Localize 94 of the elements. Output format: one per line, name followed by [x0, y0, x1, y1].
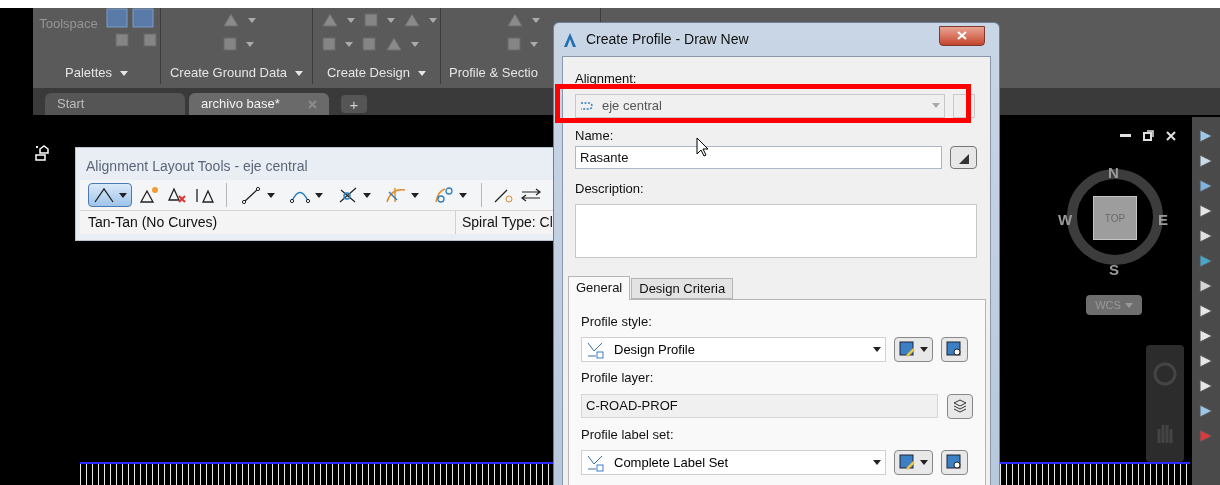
triangle-edit-icon[interactable] — [194, 186, 216, 204]
caret-icon — [411, 192, 419, 198]
new-tab-button[interactable]: + — [341, 95, 367, 113]
close-icon — [957, 31, 967, 40]
caret-icon — [344, 41, 353, 47]
compass-label[interactable]: S — [1109, 259, 1119, 282]
field-label: Description: — [575, 180, 645, 198]
toolbar-tool-icon[interactable] — [1197, 227, 1215, 245]
edit-style-icon — [899, 454, 916, 471]
close-button[interactable] — [939, 25, 985, 46]
preview-icon — [946, 454, 963, 471]
field-label: Name: — [575, 126, 615, 145]
caret-icon — [920, 460, 928, 465]
caret-icon — [346, 17, 355, 23]
dialog-tab[interactable]: General — [568, 275, 631, 300]
toolbar-tool-icon[interactable] — [1197, 302, 1215, 320]
preview-button[interactable] — [941, 337, 968, 362]
tangent-dropdown-button[interactable] — [88, 183, 132, 207]
caret-icon — [873, 347, 881, 352]
minimize-icon[interactable] — [1120, 133, 1131, 138]
description-field[interactable] — [575, 203, 977, 258]
spiral-icon[interactable] — [433, 186, 455, 204]
toolbar-tool-icon[interactable] — [1197, 352, 1215, 370]
line-icon[interactable] — [241, 186, 263, 204]
spiral-type-text: Spiral Type: Cl — [461, 213, 553, 232]
caret-icon — [531, 17, 540, 23]
ribbon-panel-title[interactable]: Create Ground Data — [161, 62, 312, 84]
style-icon — [586, 340, 606, 359]
workspace-icon[interactable] — [35, 145, 49, 161]
restore-icon[interactable] — [1143, 130, 1154, 141]
curve-icon[interactable] — [385, 186, 407, 204]
triangle-star-icon[interactable] — [138, 186, 160, 204]
toolbar-tool-icon[interactable] — [1197, 377, 1215, 395]
file-tab[interactable]: archivo base* — [189, 93, 329, 115]
caret-icon — [529, 41, 538, 47]
ribbon-panel-title[interactable]: Create Design — [313, 62, 440, 84]
mouse-cursor-icon — [696, 137, 710, 157]
name-template-button[interactable] — [950, 146, 977, 169]
tangent-icon[interactable] — [93, 186, 115, 204]
caret-icon — [1124, 302, 1133, 308]
field-label: Profile layer: — [581, 369, 655, 387]
caret-icon — [386, 17, 395, 23]
intersection-icon[interactable] — [337, 186, 359, 204]
palette-title: Alignment Layout Tools - eje central — [86, 157, 309, 176]
caret-icon — [459, 192, 467, 198]
toolbar-tool-icon[interactable] — [1197, 127, 1215, 145]
toolbar-tool-icon[interactable] — [1197, 252, 1215, 270]
app-logo-icon — [562, 31, 578, 48]
layers-icon — [952, 398, 968, 414]
caret-icon — [932, 103, 940, 108]
status-text: Tan-Tan (No Curves) — [80, 211, 456, 234]
caret-icon — [119, 192, 127, 198]
toolbar-tool-icon[interactable] — [1197, 202, 1215, 220]
caret-icon — [418, 70, 427, 76]
file-tab[interactable]: Start — [45, 93, 185, 115]
caret-icon — [295, 70, 304, 76]
caret-icon — [410, 41, 419, 47]
field-label: Profile style: — [581, 312, 653, 331]
layer-button[interactable] — [947, 393, 973, 419]
edit-style-button[interactable] — [894, 450, 933, 475]
preview-icon — [946, 341, 963, 358]
alignment-icon — [580, 100, 594, 111]
caret-icon — [315, 192, 323, 198]
caret-icon — [363, 192, 371, 198]
field-label: Profile label set: — [581, 425, 675, 444]
toolbar-tool-icon[interactable] — [1197, 277, 1215, 295]
toolbar-tool-icon[interactable] — [1197, 327, 1215, 345]
style-dropdown[interactable]: Design Profile — [581, 337, 886, 362]
dialog-title: Create Profile - Draw New — [586, 30, 750, 49]
layer-field: C-ROAD-PROF — [581, 394, 938, 418]
style-dropdown[interactable]: Complete Label Set — [581, 450, 886, 475]
caret-icon — [873, 460, 881, 465]
edit-style-button[interactable] — [894, 337, 933, 362]
edit-style-icon — [899, 341, 916, 358]
compass-label[interactable]: W — [1058, 209, 1073, 232]
triangle-delete-icon[interactable] — [166, 186, 188, 204]
arrows-icon[interactable] — [520, 186, 542, 204]
caret-icon — [920, 347, 928, 352]
toolbar-tool-icon[interactable] — [1197, 152, 1215, 170]
toolbar-tool-icon[interactable] — [1197, 177, 1215, 195]
style-icon — [586, 453, 606, 472]
field-label: Alignment: — [575, 70, 638, 88]
dialog-tab[interactable]: Design Criteria — [631, 277, 734, 299]
caret-icon — [267, 192, 275, 198]
compass-label[interactable]: N — [1108, 162, 1119, 185]
preview-button[interactable] — [941, 450, 968, 475]
ribbon-panel-title[interactable]: Palettes — [33, 62, 160, 84]
caret-icon — [245, 41, 254, 47]
caret-icon — [428, 17, 437, 23]
compass-label[interactable]: E — [1158, 209, 1168, 232]
caret-icon — [120, 70, 128, 76]
caret-icon — [247, 17, 256, 23]
name-field[interactable]: Rasante — [575, 146, 942, 169]
toolbar-tool-icon[interactable] — [1197, 402, 1215, 420]
